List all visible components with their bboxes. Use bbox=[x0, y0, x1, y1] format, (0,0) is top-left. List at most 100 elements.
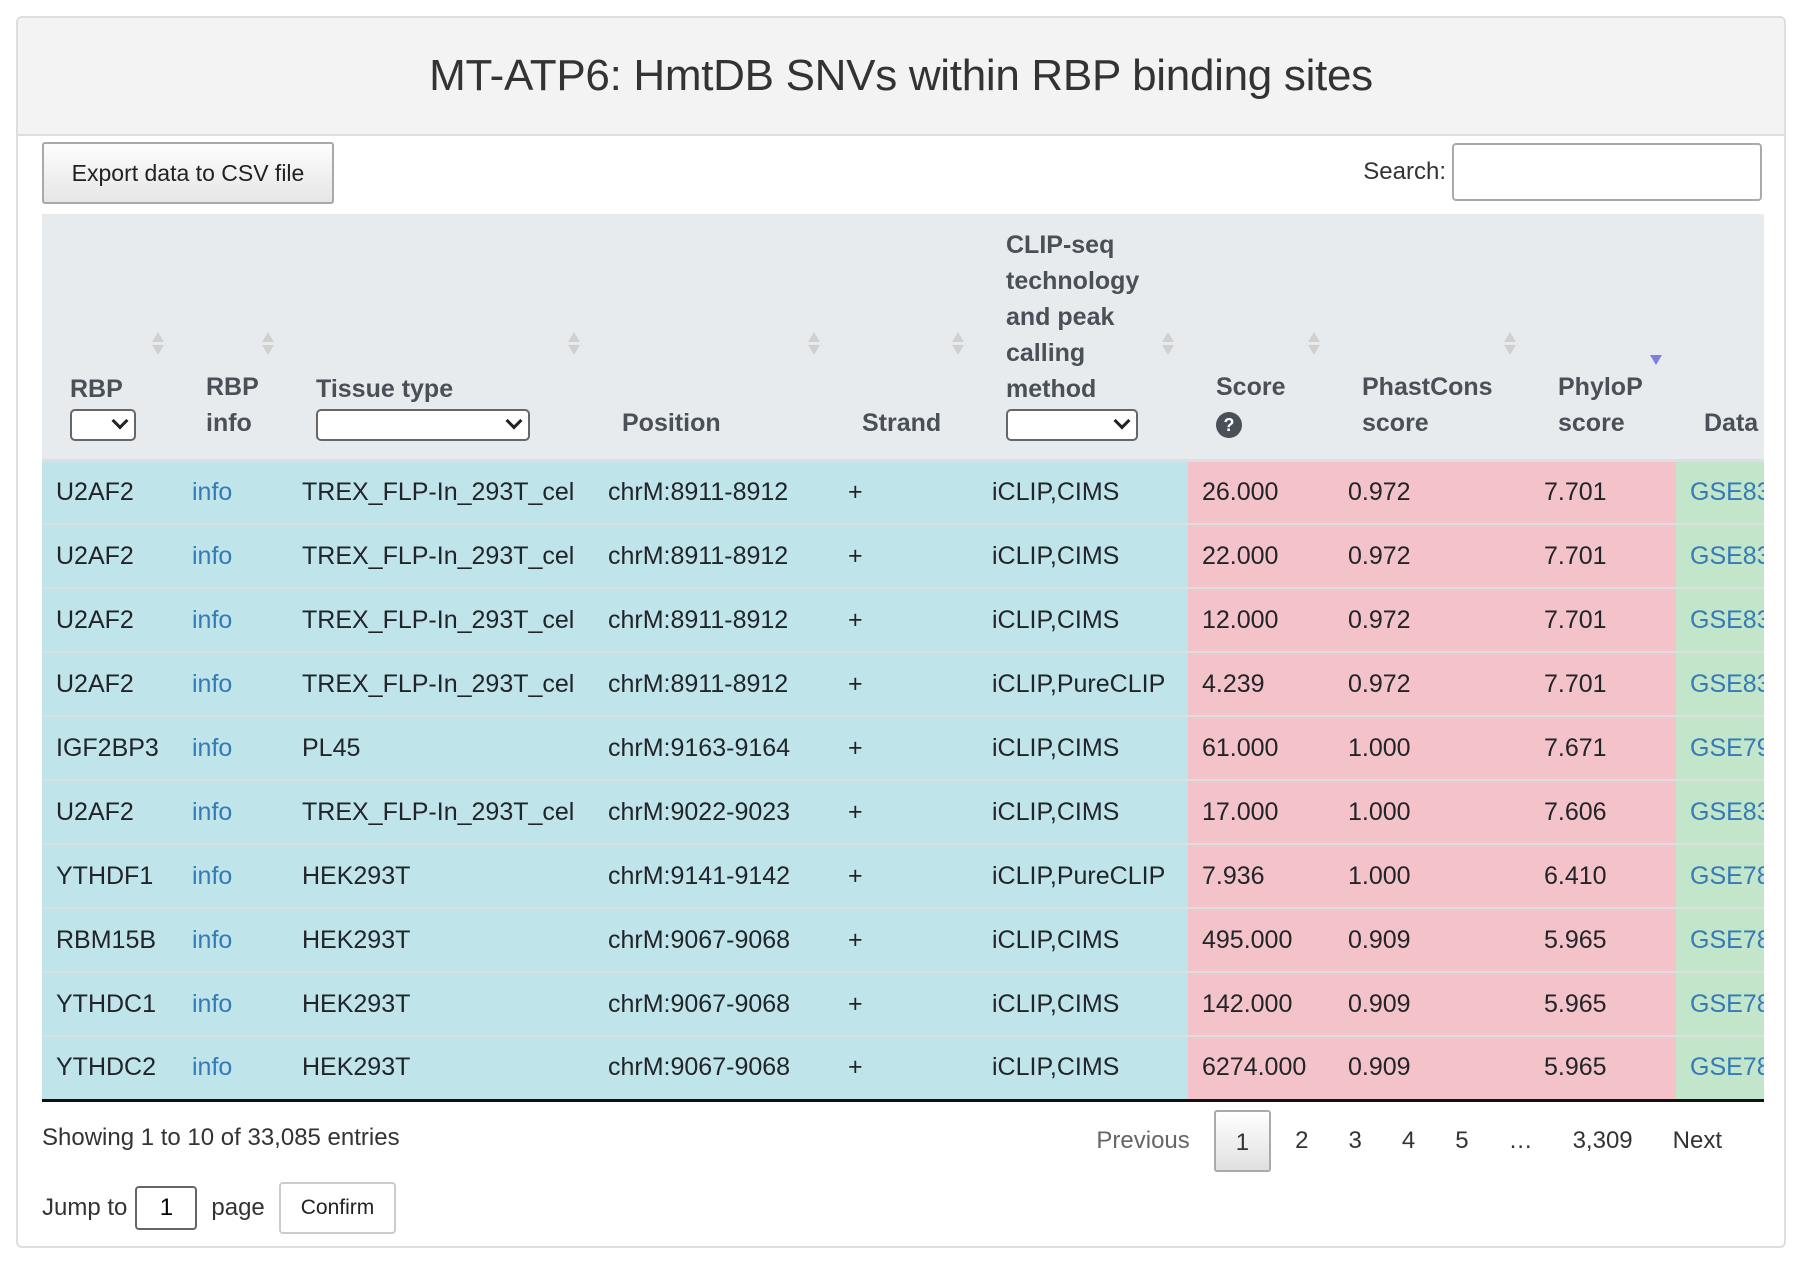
rbp-info-link[interactable]: info bbox=[192, 798, 232, 826]
cell-tissue: TREX_FLP-In_293T_cel bbox=[288, 780, 594, 845]
cell-phylop: 7.701 bbox=[1530, 588, 1676, 653]
dataset-link[interactable]: GSE83 bbox=[1690, 798, 1764, 826]
dataset-link[interactable]: GSE78 bbox=[1690, 990, 1764, 1018]
rbp-info-link[interactable]: info bbox=[192, 670, 232, 698]
cell-score: 142.000 bbox=[1188, 972, 1334, 1037]
sort-icon[interactable] bbox=[568, 332, 580, 356]
rbp-info-link[interactable]: info bbox=[192, 542, 232, 570]
cell-phylop: 6.410 bbox=[1530, 844, 1676, 909]
cell-tissue: PL45 bbox=[288, 716, 594, 781]
page-label: page bbox=[211, 1194, 265, 1221]
cell-score: 7.936 bbox=[1188, 844, 1334, 909]
table-row: U2AF2 info TREX_FLP-In_293T_cel chrM:8911-8… bbox=[42, 460, 1764, 525]
dataset-link[interactable]: GSE83 bbox=[1690, 478, 1764, 506]
column-header-position[interactable]: Position bbox=[594, 214, 834, 462]
cell-phylop: 7.606 bbox=[1530, 780, 1676, 845]
dataset-link[interactable]: GSE83 bbox=[1690, 670, 1764, 698]
cell-phastcons: 1.000 bbox=[1334, 716, 1530, 781]
column-header-phastcons-score[interactable]: PhastCons score bbox=[1334, 214, 1530, 462]
rbp-info-link[interactable]: info bbox=[192, 990, 232, 1018]
column-label: Data bbox=[1704, 408, 1759, 437]
cell-strand: + bbox=[834, 844, 978, 909]
cell-method: iCLIP,CIMS bbox=[978, 524, 1188, 589]
cell-method: iCLIP,CIMS bbox=[978, 780, 1188, 845]
page-button[interactable]: 2 bbox=[1279, 1110, 1324, 1172]
page-button[interactable]: 4 bbox=[1386, 1110, 1431, 1172]
page-button-current[interactable]: 1 bbox=[1213, 1110, 1272, 1172]
sort-icon[interactable] bbox=[1162, 332, 1174, 356]
cell-phastcons: 0.909 bbox=[1334, 1036, 1530, 1102]
cell-info: info bbox=[178, 844, 288, 909]
column-filter-select[interactable] bbox=[1006, 408, 1138, 441]
dataset-link[interactable]: GSE83 bbox=[1690, 542, 1764, 570]
page-button[interactable]: 3,309 bbox=[1557, 1110, 1649, 1172]
cell-phastcons: 0.972 bbox=[1334, 460, 1530, 525]
cell-rbp: U2AF2 bbox=[42, 652, 178, 717]
rbp-info-link[interactable]: info bbox=[192, 734, 232, 762]
column-header-data[interactable]: Data bbox=[1676, 214, 1764, 462]
cell-info: info bbox=[178, 1036, 288, 1102]
table-container[interactable]: RBP RBP info Tissue type Position Strand CLIP… bbox=[42, 214, 1764, 1120]
sort-icon[interactable] bbox=[808, 332, 820, 356]
table-body: U2AF2 info TREX_FLP-In_293T_cel chrM:8911-8… bbox=[42, 460, 1764, 1102]
cell-info: info bbox=[178, 460, 288, 525]
confirm-button[interactable]: Confirm bbox=[278, 1182, 397, 1234]
previous-page-button[interactable]: Previous bbox=[1080, 1110, 1205, 1172]
dataset-link[interactable]: GSE78 bbox=[1690, 926, 1764, 954]
dataset-link[interactable]: GSE78 bbox=[1690, 862, 1764, 890]
column-header-clip-seq-technology-and-peak-calling-method[interactable]: CLIP-seq technology and peak calling met… bbox=[978, 214, 1188, 462]
data-table: RBP RBP info Tissue type Position Strand CLIP… bbox=[42, 214, 1764, 1102]
cell-method: iCLIP,CIMS bbox=[978, 716, 1188, 781]
column-header-phylop-score[interactable]: PhyloP score bbox=[1530, 214, 1676, 462]
export-csv-button[interactable]: Export data to CSV file bbox=[42, 142, 334, 204]
cell-info: info bbox=[178, 972, 288, 1037]
next-page-button[interactable]: Next bbox=[1657, 1110, 1738, 1172]
dataset-link[interactable]: GSE78 bbox=[1690, 1053, 1764, 1081]
dataset-link[interactable]: GSE83 bbox=[1690, 606, 1764, 634]
page-button[interactable]: 5 bbox=[1439, 1110, 1484, 1172]
cell-phylop: 5.965 bbox=[1530, 908, 1676, 973]
column-label: PhastCons score bbox=[1362, 372, 1493, 437]
sort-icon[interactable] bbox=[952, 332, 964, 356]
cell-info: info bbox=[178, 652, 288, 717]
sort-icon[interactable] bbox=[152, 332, 164, 356]
jump-page-input[interactable] bbox=[135, 1186, 198, 1230]
cell-data: GSE83 bbox=[1676, 588, 1764, 653]
cell-phastcons: 0.972 bbox=[1334, 524, 1530, 589]
column-header-score[interactable]: Score? bbox=[1188, 214, 1334, 462]
sort-down-arrow bbox=[262, 345, 274, 355]
rbp-info-link[interactable]: info bbox=[192, 862, 232, 890]
cell-phastcons: 0.972 bbox=[1334, 652, 1530, 717]
rbp-info-link[interactable]: info bbox=[192, 478, 232, 506]
cell-strand: + bbox=[834, 908, 978, 973]
page-button[interactable]: 3 bbox=[1333, 1110, 1378, 1172]
cell-tissue: HEK293T bbox=[288, 844, 594, 909]
cell-phylop: 5.965 bbox=[1530, 972, 1676, 1037]
column-header-rbp-info[interactable]: RBP info bbox=[178, 214, 288, 462]
column-filter-select[interactable] bbox=[316, 408, 530, 441]
rbp-info-link[interactable]: info bbox=[192, 606, 232, 634]
search-input[interactable] bbox=[1452, 143, 1762, 201]
rbp-info-link[interactable]: info bbox=[192, 926, 232, 954]
cell-strand: + bbox=[834, 780, 978, 845]
dataset-link[interactable]: GSE79 bbox=[1690, 734, 1764, 762]
cell-position: chrM:9067-9068 bbox=[594, 908, 834, 973]
sort-icon[interactable] bbox=[262, 332, 274, 356]
sort-up-arrow bbox=[1162, 332, 1174, 342]
pagination-ellipsis: … bbox=[1508, 1127, 1533, 1154]
cell-strand: + bbox=[834, 972, 978, 1037]
cell-rbp: YTHDF1 bbox=[42, 844, 178, 909]
cell-strand: + bbox=[834, 1036, 978, 1102]
column-header-strand[interactable]: Strand bbox=[834, 214, 978, 462]
sort-icon[interactable] bbox=[1504, 332, 1516, 356]
table-info: Showing 1 to 10 of 33,085 entries bbox=[42, 1124, 400, 1151]
rbp-info-link[interactable]: info bbox=[192, 1053, 232, 1081]
sort-descending-icon[interactable] bbox=[1650, 332, 1662, 365]
chevron-down-icon bbox=[505, 412, 523, 429]
column-header-tissue-type[interactable]: Tissue type bbox=[288, 214, 594, 462]
sort-icon[interactable] bbox=[1308, 332, 1320, 356]
column-header-rbp[interactable]: RBP bbox=[42, 214, 178, 462]
cell-position: chrM:9163-9164 bbox=[594, 716, 834, 781]
help-icon[interactable]: ? bbox=[1216, 411, 1242, 438]
column-filter-select[interactable] bbox=[70, 408, 136, 441]
